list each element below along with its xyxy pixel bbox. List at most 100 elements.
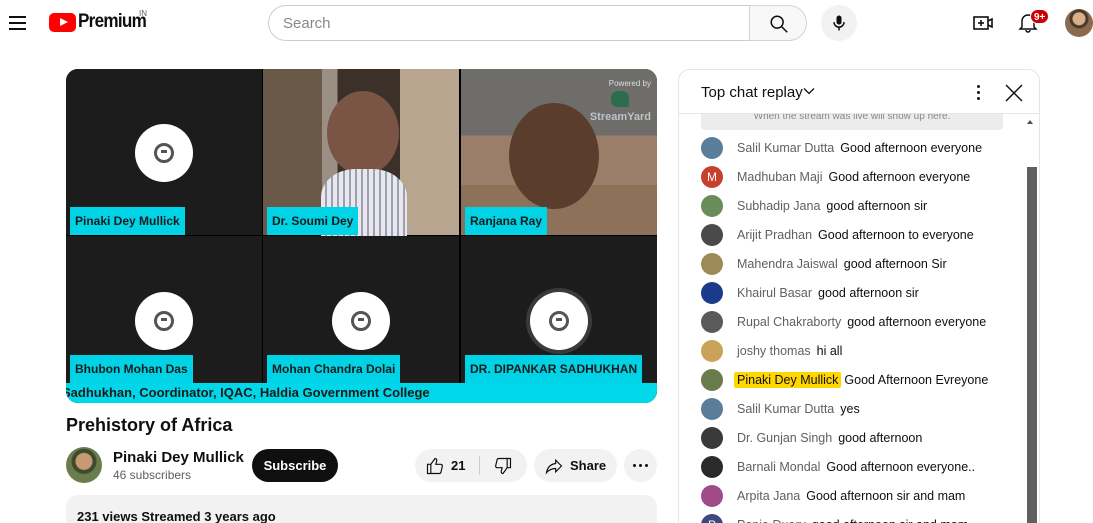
chat-author-avatar[interactable] <box>701 195 723 217</box>
chat-message: Arpita Jana Good afternoon sir and mam <box>701 485 965 507</box>
lower-third-ticker: Sadhukhan, Coordinator, IQAC, Haldia Gov… <box>66 383 657 403</box>
search-input[interactable] <box>269 6 750 40</box>
participant-name-tag: Ranjana Ray <box>465 207 548 235</box>
account-avatar[interactable] <box>1065 9 1093 37</box>
participant-name-tag: Pinaki Dey Mullick <box>70 207 185 235</box>
chat-author-name[interactable]: Barnali Mondal <box>737 460 820 474</box>
chat-author-name[interactable]: Dr. Gunjan Singh <box>737 431 832 445</box>
chat-more-options-icon[interactable] <box>969 82 989 102</box>
voice-search-button[interactable] <box>821 5 857 41</box>
chat-author-name[interactable]: Subhadip Jana <box>737 199 820 213</box>
like-button[interactable]: 21 <box>415 449 479 482</box>
scroll-up-arrow-icon[interactable] <box>1026 118 1034 126</box>
participant-name-tag: DR. DIPANKAR SADHUKHAN <box>465 355 643 383</box>
chat-author-name[interactable]: Arijit Pradhan <box>737 228 812 242</box>
chat-author-avatar[interactable] <box>701 485 723 507</box>
description-box[interactable]: 231 views Streamed 3 years ago <box>66 495 657 523</box>
share-button[interactable]: Share <box>534 449 617 482</box>
chat-message: Pinaki Dey Mullick Good Afternoon Evreyon… <box>701 369 988 391</box>
participant-tile: Powered by StreamYard Ranjana Ray <box>461 69 657 235</box>
chat-author-avatar[interactable] <box>701 369 723 391</box>
chat-author-avatar[interactable] <box>701 224 723 246</box>
like-count: 21 <box>451 458 466 473</box>
chat-message: Barnali Mondal Good afternoon everyone.. <box>701 456 975 478</box>
chat-author-name[interactable]: Salil Kumar Dutta <box>737 141 834 155</box>
video-player[interactable]: Pinaki Dey Mullick Dr. Soumi Dey Powered… <box>66 69 657 403</box>
chat-message-text: hi all <box>816 344 843 358</box>
mic-icon <box>833 15 845 31</box>
video-title: Prehistory of Africa <box>66 415 233 435</box>
chevron-down-icon[interactable] <box>803 85 815 97</box>
search-box <box>268 5 750 41</box>
chat-author-avatar[interactable] <box>701 398 723 420</box>
chat-replay-note: When the stream was live will show up he… <box>701 114 1003 130</box>
chat-author-name[interactable]: joshy thomas <box>737 344 811 358</box>
chat-message-text: good afternoon everyone <box>847 315 987 329</box>
chat-message-text: Good afternoon everyone <box>828 170 971 184</box>
participant-tile: Pinaki Dey Mullick <box>66 69 262 235</box>
chat-author-avatar[interactable] <box>701 282 723 304</box>
chat-mode-selector[interactable]: Top chat replay <box>701 84 803 101</box>
chat-message-text: Good afternoon to everyone <box>818 228 974 242</box>
notification-badge: 9+ <box>1030 9 1050 24</box>
chat-author-name[interactable]: Mahendra Jaiswal <box>737 257 838 271</box>
chat-message-text: Good afternoon everyone <box>840 141 983 155</box>
chat-author-avatar[interactable]: M <box>701 166 723 188</box>
chat-message: Rupal Chakraborty good afternoon everyone <box>701 311 986 333</box>
chat-message: joshy thomas hi all <box>701 340 842 362</box>
chat-message: P Papia Duary good afternoon sir and mam <box>701 514 968 523</box>
create-icon[interactable] <box>971 11 995 35</box>
chat-author-avatar[interactable] <box>701 253 723 275</box>
chat-author-avatar[interactable] <box>701 456 723 478</box>
chat-message: Mahendra Jaiswal good afternoon Sir <box>701 253 947 275</box>
chat-message-text: good afternoon sir and mam <box>812 518 968 523</box>
chat-author-avatar[interactable] <box>701 311 723 333</box>
more-dot <box>633 464 636 467</box>
channel-name[interactable]: Pinaki Dey Mullick <box>113 449 244 466</box>
thumbs-up-icon <box>426 457 443 475</box>
chat-author-name[interactable]: Pinaki Dey Mullick <box>734 372 842 388</box>
dislike-button[interactable] <box>480 449 527 482</box>
chat-author-avatar[interactable] <box>701 427 723 449</box>
more-actions-button[interactable] <box>624 449 657 482</box>
chat-author-avatar[interactable] <box>701 137 723 159</box>
chat-author-avatar[interactable] <box>701 340 723 362</box>
chat-message: Arijit Pradhan Good afternoon to everyone <box>701 224 974 246</box>
chat-scrollbar[interactable] <box>1027 167 1037 523</box>
chat-message: Subhadip Jana good afternoon sir <box>701 195 927 217</box>
like-dislike-group: 21 <box>415 449 527 482</box>
streamyard-logo-icon <box>611 91 629 107</box>
view-count-and-date: 231 views Streamed 3 years ago <box>77 509 276 523</box>
close-icon[interactable] <box>1003 82 1025 104</box>
streamyard-label: StreamYard <box>589 111 651 123</box>
chat-author-name[interactable]: Khairul Basar <box>737 286 812 300</box>
youtube-play-icon <box>49 12 76 32</box>
participant-placeholder-icon <box>530 292 588 350</box>
channel-avatar[interactable] <box>66 447 102 483</box>
search-button[interactable] <box>749 5 807 41</box>
participant-tile: DR. DIPANKAR SADHUKHAN <box>461 236 657 383</box>
logo-region-code: IN <box>139 9 147 18</box>
more-dot <box>639 464 642 467</box>
chat-author-name[interactable]: Papia Duary <box>737 518 806 523</box>
participant-tile: Bhubon Mohan Das <box>66 236 262 383</box>
chat-author-name[interactable]: Salil Kumar Dutta <box>737 402 834 416</box>
chat-message-text: good afternoon <box>838 431 923 445</box>
chat-message-text: good afternoon Sir <box>843 257 947 271</box>
logo-text: Premium <box>78 11 147 32</box>
chat-author-name[interactable]: Madhuban Maji <box>737 170 822 184</box>
masthead: Premium IN 9+ <box>0 0 1093 46</box>
youtube-premium-logo[interactable]: Premium <box>49 9 154 35</box>
chat-author-name[interactable]: Arpita Jana <box>737 489 800 503</box>
participant-video <box>327 91 399 175</box>
participant-name-tag: Dr. Soumi Dey <box>267 207 359 235</box>
powered-by-label: Powered by <box>608 79 651 88</box>
chat-message-text: good afternoon sir <box>818 286 919 300</box>
menu-icon[interactable] <box>6 11 30 35</box>
chat-message-text: good afternoon sir <box>826 199 928 213</box>
chat-author-avatar[interactable]: P <box>701 514 723 523</box>
chat-author-name[interactable]: Rupal Chakraborty <box>737 315 841 329</box>
subscribe-button[interactable]: Subscribe <box>252 449 338 482</box>
participant-placeholder-icon <box>135 124 193 182</box>
share-icon <box>545 458 563 475</box>
